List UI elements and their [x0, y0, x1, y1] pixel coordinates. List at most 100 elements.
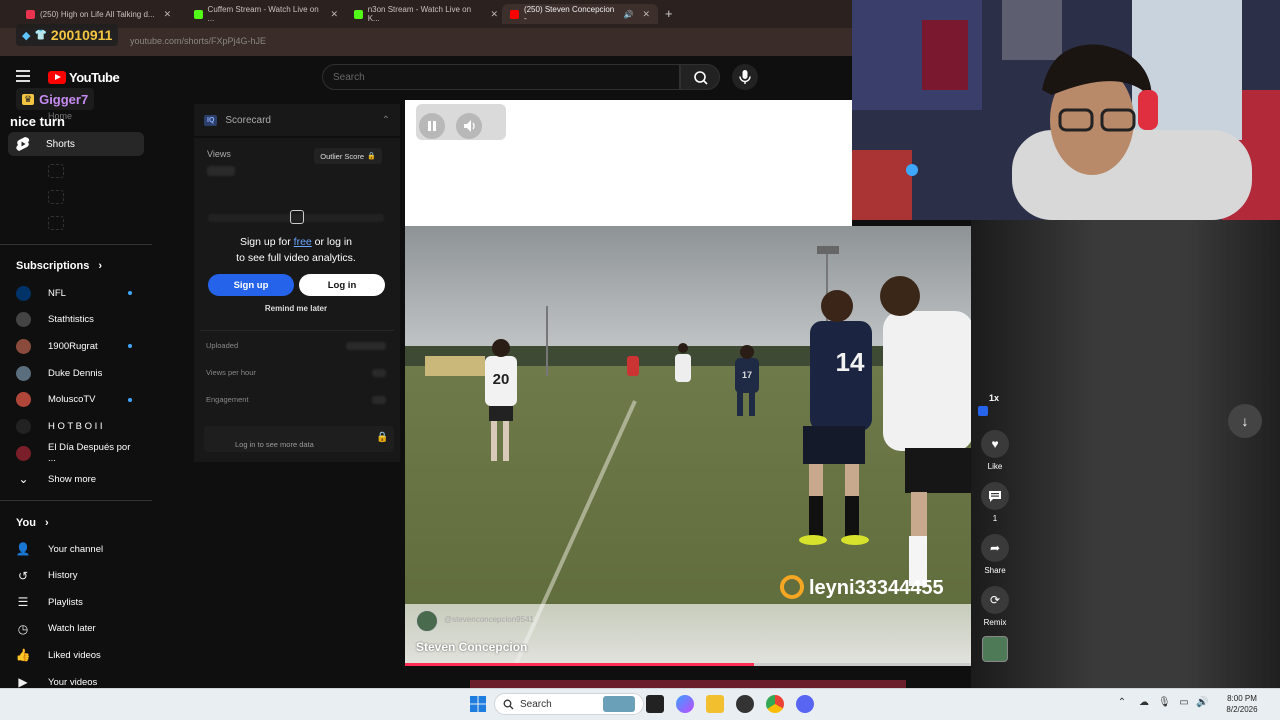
audio-thumbnail[interactable]	[982, 636, 1008, 662]
kick-favicon-icon	[194, 9, 203, 19]
video-player[interactable]: 20 17 14 leyni33344455	[405, 226, 971, 666]
diamond-icon: ◆	[22, 29, 31, 42]
microphone-icon[interactable]: 🎙	[1158, 697, 1171, 709]
pause-button[interactable]	[419, 113, 445, 139]
menu-icon[interactable]	[16, 70, 30, 82]
display-icon[interactable]: ▭	[1178, 697, 1190, 709]
share-button[interactable]: ➦ Share	[980, 534, 1010, 575]
clock[interactable]: 8:00 PM 8/2/2026	[1212, 693, 1272, 715]
svg-text:14: 14	[836, 347, 865, 377]
obs-icon[interactable]	[736, 695, 754, 713]
lock-icon: 🔒	[376, 432, 389, 443]
browser-tab[interactable]: (250) High on Life All Talking d... ✕	[18, 4, 186, 24]
subscription-item[interactable]: El Día Después por ...	[16, 442, 136, 465]
comment-icon	[981, 482, 1009, 510]
playlist-icon: ☰	[17, 595, 29, 610]
subscription-item[interactable]: 1900Rugrat	[16, 336, 136, 356]
soccer-video-frame: 20 17 14 leyni33344455	[405, 226, 971, 666]
placeholder-icon	[48, 190, 64, 204]
sidebar-item-shorts[interactable]: Shorts	[8, 132, 144, 156]
address-bar[interactable]	[0, 28, 852, 56]
views-label: Views	[207, 149, 231, 159]
volume-icon	[464, 120, 475, 132]
url-text[interactable]: youtube.com/shorts/FXpPj4G-hJE	[130, 36, 266, 46]
you-heading[interactable]: You ›	[16, 517, 49, 529]
outlier-score-button[interactable]: Outlier Score 🔒	[314, 148, 382, 164]
browser-tab-active[interactable]: (250) Steven Concepcion - 🔊 ✕	[502, 4, 658, 24]
search-button[interactable]	[680, 64, 720, 90]
playback-speed[interactable]: 1x	[989, 393, 999, 403]
background-strip	[470, 680, 906, 688]
show-more-button[interactable]: ⌄ Show more	[16, 469, 136, 489]
you-item[interactable]: ☰ Playlists	[16, 592, 146, 612]
browser-tab[interactable]: Cuffem Stream - Watch Live on ... ✕	[186, 4, 346, 24]
close-tab-icon[interactable]: ✕	[642, 9, 650, 20]
remix-icon: ⟳	[981, 586, 1009, 614]
search-input[interactable]: Search	[322, 64, 680, 90]
watermark-text: leyni33344455	[809, 577, 944, 599]
placeholder-icon	[48, 164, 64, 178]
chrome-icon[interactable]	[766, 695, 784, 713]
subscription-item[interactable]: Duke Dennis	[16, 363, 136, 383]
subscription-name: 1900Rugrat	[48, 340, 98, 352]
signup-button[interactable]: Sign up	[208, 274, 294, 296]
subscription-item[interactable]: H O T B O I I	[16, 417, 136, 437]
volume-icon[interactable]: 🔊	[1196, 697, 1208, 709]
chevron-up-icon[interactable]: ⌃	[382, 115, 390, 126]
you-item[interactable]: ▶ Your videos	[16, 672, 146, 692]
task-view-icon[interactable]	[646, 695, 664, 713]
subscription-item[interactable]: Stathtistics	[16, 310, 136, 330]
browser-tab[interactable]: n3on Stream - Watch Live on K... ✕	[346, 4, 506, 24]
close-tab-icon[interactable]: ✕	[490, 9, 498, 20]
new-tab-icon[interactable]: +	[665, 6, 673, 21]
speaker-icon[interactable]: 🔊	[623, 10, 633, 19]
you-item-label: Your videos	[48, 676, 98, 688]
like-button[interactable]: ♥ Like	[980, 430, 1010, 471]
user-icon: 👤	[15, 542, 31, 556]
taskbar-search[interactable]: Search	[494, 693, 644, 715]
file-explorer-icon[interactable]	[706, 695, 724, 713]
comment-button[interactable]: 1	[980, 482, 1010, 523]
you-item[interactable]: ◷ Watch later	[16, 619, 146, 639]
placeholder-icon	[48, 216, 64, 230]
youtube-logo[interactable]: YouTube	[48, 70, 120, 85]
voice-search-button[interactable]	[732, 64, 758, 90]
copilot-icon[interactable]	[676, 695, 694, 713]
engagement-value-blurred	[372, 396, 386, 404]
remix-button[interactable]: ⟳ Remix	[980, 586, 1010, 627]
remind-later-button[interactable]: Remind me later	[208, 304, 384, 313]
subscription-item[interactable]: NFL	[16, 283, 136, 303]
chevron-up-icon[interactable]: ⌃	[1116, 697, 1128, 709]
channel-handle[interactable]: @stevenconcepcion9541	[444, 615, 534, 624]
youtube-favicon-icon	[510, 9, 519, 19]
close-tab-icon[interactable]: ✕	[164, 9, 172, 20]
more-data-label: Log in to see more data	[235, 440, 314, 449]
discord-icon[interactable]	[796, 695, 814, 713]
login-button[interactable]: Log in	[299, 274, 385, 296]
subscription-name: Stathtistics	[48, 314, 94, 326]
free-link[interactable]: free	[294, 236, 312, 248]
start-button[interactable]	[468, 694, 488, 714]
new-content-dot	[128, 344, 132, 349]
channel-avatar	[16, 419, 31, 434]
video-title[interactable]: Steven Concepcion	[416, 640, 527, 654]
scorecard-panel	[194, 138, 400, 462]
views-per-hour-label: Views per hour	[206, 368, 256, 377]
scorecard-header[interactable]: IQ Scorecard ⌃	[194, 104, 400, 136]
volume-button[interactable]	[456, 113, 482, 139]
close-tab-icon[interactable]: ✕	[330, 9, 338, 20]
share-icon: ➦	[981, 534, 1009, 562]
network-icon[interactable]: ☁	[1138, 697, 1150, 709]
you-item[interactable]: 👍 Liked videos	[16, 645, 146, 665]
subscription-name: El Día Después por ...	[48, 442, 131, 465]
divider	[0, 500, 152, 501]
channel-avatar[interactable]	[416, 610, 438, 632]
shirt-icon: 👕	[34, 29, 47, 41]
kick-favicon-icon	[354, 9, 363, 19]
you-item[interactable]: ↺ History	[16, 566, 146, 586]
next-video-button[interactable]: ↓	[1228, 404, 1262, 438]
subscriptions-heading[interactable]: Subscriptions ›	[16, 260, 102, 272]
history-icon: ↺	[17, 568, 29, 583]
subscription-item[interactable]: MoluscoTV	[16, 390, 136, 410]
you-item[interactable]: 👤 Your channel	[16, 539, 146, 559]
